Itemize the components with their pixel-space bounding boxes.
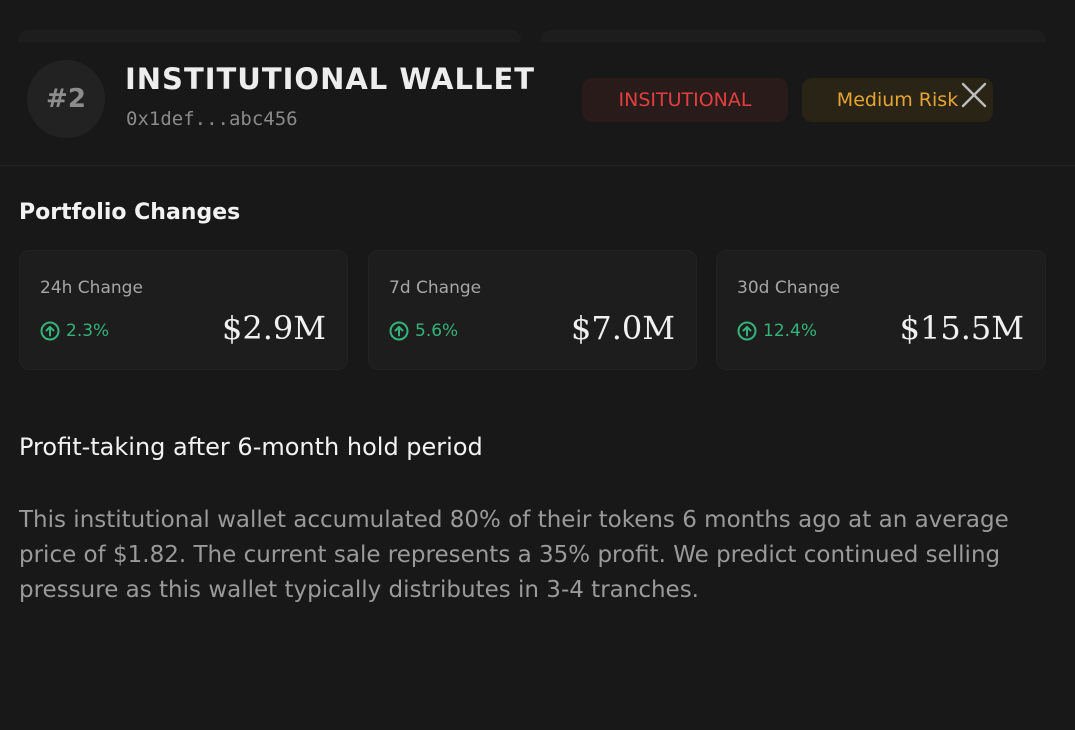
change-percent: 5.6% <box>389 321 458 341</box>
change-percent: 2.3% <box>40 321 109 341</box>
change-percent-value: 5.6% <box>415 321 459 341</box>
change-value: $7.0M <box>570 309 675 347</box>
wallet-type-badge: INSITUTIONAL <box>582 78 788 122</box>
close-icon <box>961 82 987 108</box>
change-percent-value: 12.4% <box>763 321 818 341</box>
analysis-body: This institutional wallet accumulated 80… <box>19 507 1009 603</box>
wallet-detail-modal: #2 INSTITUTIONAL WALLET 0x1def...abc456 … <box>0 42 1075 730</box>
arrow-up-circle-icon <box>40 321 60 341</box>
wallet-title: INSTITUTIONAL WALLET <box>125 62 536 96</box>
change-card-24h: 24h Change 2.3% $2.9M <box>19 250 348 370</box>
analysis-title: Profit-taking after 6-month hold period <box>19 433 483 461</box>
change-label: 24h Change <box>40 278 143 298</box>
portfolio-changes-title: Portfolio Changes <box>19 200 241 225</box>
close-button[interactable] <box>957 78 991 112</box>
modal-header: #2 INSTITUTIONAL WALLET 0x1def...abc456 … <box>0 42 1075 166</box>
change-percent-value: 2.3% <box>66 321 110 341</box>
arrow-up-circle-icon <box>737 321 757 341</box>
change-label: 7d Change <box>389 278 482 298</box>
arrow-up-circle-icon <box>389 321 409 341</box>
page: #2 INSTITUTIONAL WALLET 0x1def...abc456 … <box>0 0 1075 730</box>
change-card-30d: 30d Change 12.4% $15.5M <box>716 250 1046 370</box>
rank-badge: #2 <box>27 60 105 138</box>
wallet-address: 0x1def...abc456 <box>126 108 298 130</box>
change-card-7d: 7d Change 5.6% $7.0M <box>368 250 697 370</box>
change-value: $2.9M <box>221 309 326 347</box>
change-label: 30d Change <box>737 278 840 298</box>
change-value: $15.5M <box>899 309 1024 347</box>
change-percent: 12.4% <box>737 321 817 341</box>
